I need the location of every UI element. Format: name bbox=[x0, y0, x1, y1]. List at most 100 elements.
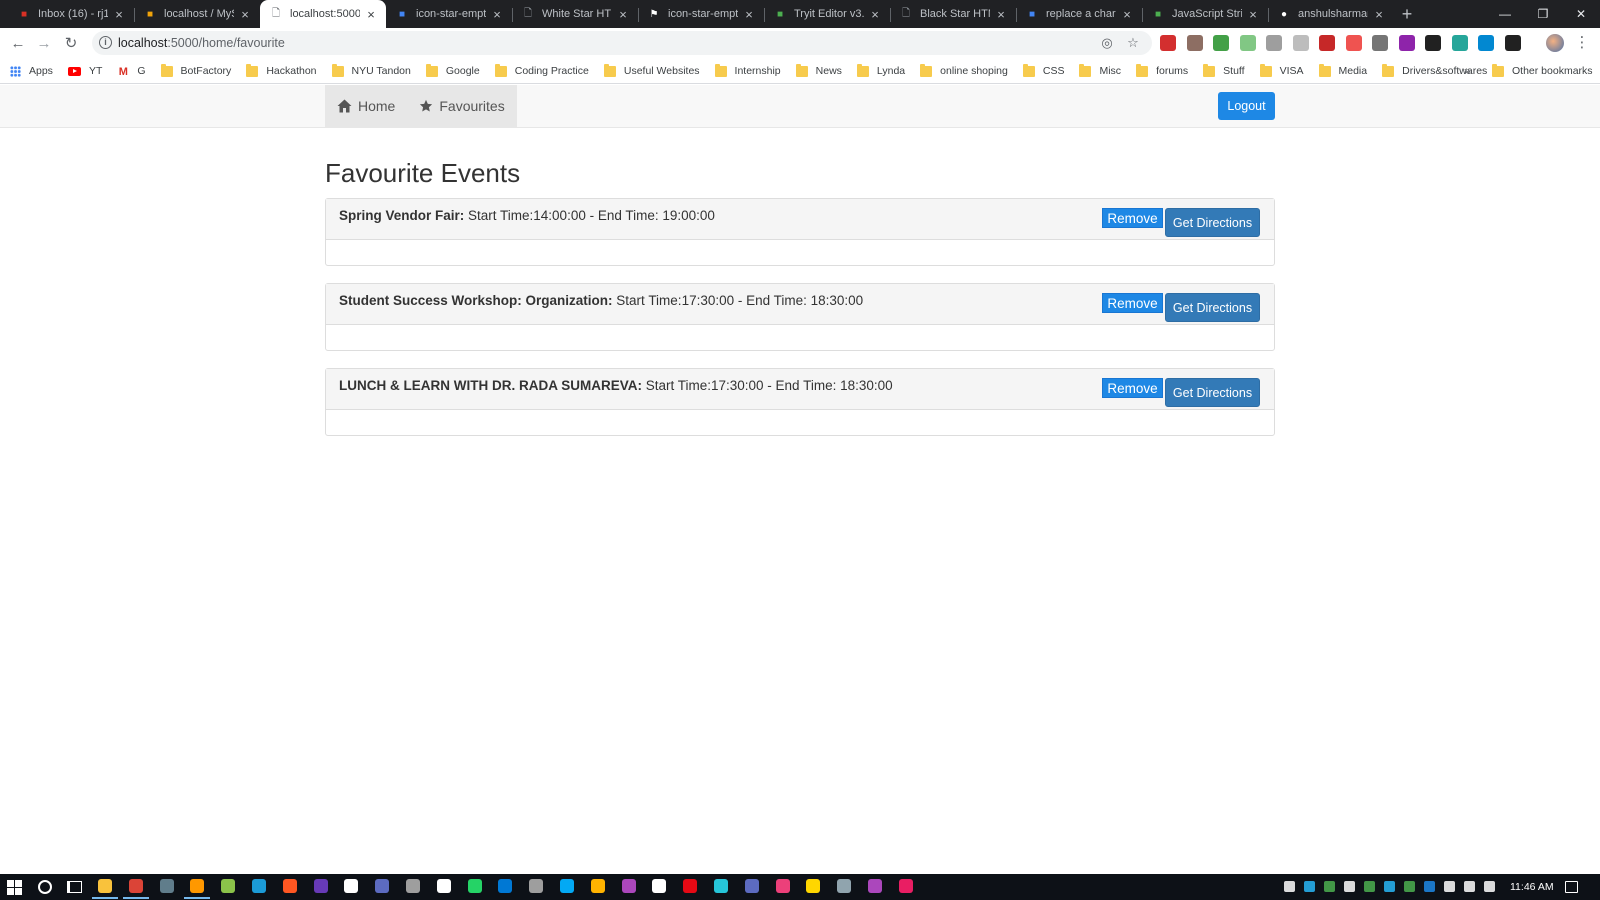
taskbar-app-icon[interactable] bbox=[92, 879, 118, 899]
extension-icon[interactable] bbox=[1504, 35, 1521, 51]
extension-icon[interactable] bbox=[1186, 35, 1203, 51]
bookmark-item[interactable]: YT bbox=[67, 65, 102, 77]
tray-icon[interactable] bbox=[1464, 881, 1475, 892]
get-directions-button[interactable]: Get Directions bbox=[1165, 378, 1260, 407]
tab-close-icon[interactable]: × bbox=[616, 7, 630, 22]
taskbar-app-icon[interactable] bbox=[867, 879, 882, 893]
tab-close-icon[interactable]: × bbox=[364, 7, 378, 22]
browser-tab[interactable]: ■ icon-star-empty … × bbox=[386, 0, 512, 28]
tab-close-icon[interactable]: × bbox=[112, 7, 126, 22]
browser-tab[interactable]: 🗋 localhost:5000/h… × bbox=[260, 0, 386, 28]
tab-close-icon[interactable]: × bbox=[1120, 7, 1134, 22]
reload-icon[interactable]: ↻ bbox=[60, 32, 82, 54]
action-center-icon[interactable] bbox=[1565, 881, 1578, 893]
taskbar-app-icon[interactable] bbox=[621, 879, 636, 893]
extension-icon[interactable] bbox=[1266, 35, 1282, 51]
tab-close-icon[interactable]: × bbox=[1246, 7, 1260, 22]
extension-icon[interactable] bbox=[1213, 35, 1229, 51]
bookmark-item[interactable]: CSS bbox=[1022, 63, 1064, 77]
minimize-icon[interactable]: — bbox=[1486, 0, 1524, 28]
windows-start-icon[interactable] bbox=[7, 880, 22, 895]
browser-tab[interactable]: 🗋 Black Star HTML… × bbox=[890, 0, 1016, 28]
bookmark-item[interactable]: Google bbox=[425, 63, 480, 77]
tab-close-icon[interactable]: × bbox=[490, 7, 504, 22]
tray-icon[interactable] bbox=[1304, 881, 1315, 892]
forward-arrow-icon[interactable]: → bbox=[33, 32, 55, 54]
browser-tab[interactable]: ■ JavaScript String… × bbox=[1142, 0, 1268, 28]
nav-home-link[interactable]: Home bbox=[325, 85, 407, 127]
remove-button[interactable]: Remove bbox=[1102, 293, 1163, 313]
taskbar-app-icon[interactable] bbox=[744, 879, 759, 893]
bookmark-item[interactable]: Hackathon bbox=[246, 63, 317, 77]
tab-close-icon[interactable]: × bbox=[1372, 7, 1386, 22]
profile-avatar[interactable] bbox=[1546, 34, 1564, 52]
extension-icon[interactable] bbox=[1239, 35, 1256, 51]
taskbar-app-icon[interactable] bbox=[806, 879, 821, 893]
bookmark-item[interactable]: Internship bbox=[714, 63, 781, 77]
tray-icon[interactable] bbox=[1404, 881, 1415, 892]
taskbar-app-icon[interactable] bbox=[590, 879, 605, 893]
extension-icon[interactable] bbox=[1319, 35, 1335, 51]
browser-menu-icon[interactable]: ⋮ bbox=[1574, 33, 1590, 53]
taskbar-app-icon[interactable] bbox=[184, 879, 211, 899]
extension-icon[interactable] bbox=[1398, 35, 1415, 51]
logout-button[interactable]: Logout bbox=[1218, 92, 1275, 120]
get-directions-button[interactable]: Get Directions bbox=[1165, 208, 1260, 237]
back-arrow-icon[interactable]: ← bbox=[7, 32, 29, 54]
taskbar-app-icon[interactable] bbox=[559, 879, 574, 893]
nav-favourites-link[interactable]: Favourites bbox=[407, 85, 516, 127]
location-target-icon[interactable]: ◎ bbox=[1098, 34, 1116, 52]
bookmark-item[interactable]: NYU Tandon bbox=[331, 63, 411, 77]
new-tab-button[interactable]: + bbox=[1394, 0, 1420, 28]
extension-icon[interactable] bbox=[1292, 35, 1309, 51]
tray-icon[interactable] bbox=[1444, 881, 1455, 892]
close-window-icon[interactable]: ✕ bbox=[1562, 0, 1600, 28]
address-url[interactable]: localhost:5000/home/favourite bbox=[118, 36, 285, 50]
bookmark-item[interactable]: Coding Practice bbox=[494, 63, 589, 77]
bookmark-item[interactable]: online shoping bbox=[920, 63, 1008, 77]
taskbar-app-icon[interactable] bbox=[436, 879, 451, 893]
taskbar-app-icon[interactable] bbox=[159, 879, 174, 893]
remove-button[interactable]: Remove bbox=[1102, 208, 1163, 228]
extension-icon[interactable] bbox=[1451, 35, 1468, 51]
task-view-icon[interactable] bbox=[67, 881, 82, 893]
taskbar-app-icon[interactable] bbox=[713, 879, 728, 893]
get-directions-button[interactable]: Get Directions bbox=[1165, 293, 1260, 322]
restore-icon[interactable]: ❐ bbox=[1524, 0, 1562, 28]
taskbar-app-icon[interactable] bbox=[775, 879, 790, 893]
taskbar-app-icon[interactable] bbox=[122, 879, 149, 899]
bookmark-item[interactable]: Apps bbox=[10, 65, 53, 77]
bookmark-item[interactable]: Useful Websites bbox=[603, 63, 700, 77]
browser-tab[interactable]: ■ localhost / MySQ… × bbox=[134, 0, 260, 28]
browser-tab[interactable]: ⚑ icon-star-empty … × bbox=[638, 0, 764, 28]
taskbar-app-icon[interactable] bbox=[405, 879, 420, 893]
tray-icon[interactable] bbox=[1484, 881, 1495, 892]
bookmark-item[interactable]: News bbox=[795, 63, 842, 77]
bookmark-item[interactable]: VISA bbox=[1259, 63, 1304, 77]
taskbar-app-icon[interactable] bbox=[251, 879, 266, 893]
extension-icon[interactable] bbox=[1345, 35, 1362, 51]
taskbar-app-icon[interactable] bbox=[313, 879, 328, 893]
browser-tab[interactable]: ■ Inbox (16) - rj12… × bbox=[8, 0, 134, 28]
extension-icon[interactable] bbox=[1372, 35, 1388, 51]
taskbar-app-icon[interactable] bbox=[221, 879, 236, 893]
browser-tab[interactable]: ■ Tryit Editor v3.6 × bbox=[764, 0, 890, 28]
bookmark-item[interactable]: Lynda bbox=[856, 63, 905, 77]
bookmark-item[interactable]: Stuff bbox=[1203, 63, 1245, 77]
cortana-search-icon[interactable] bbox=[38, 880, 52, 894]
taskbar-app-icon[interactable] bbox=[837, 879, 852, 893]
browser-tab[interactable]: 🗋 White Star HTML… × bbox=[512, 0, 638, 28]
taskbar-app-icon[interactable] bbox=[498, 879, 513, 893]
site-info-icon[interactable]: i bbox=[99, 36, 112, 49]
bookmarks-overflow-icon[interactable]: » bbox=[1464, 64, 1471, 78]
bookmark-item[interactable]: MG bbox=[117, 65, 146, 78]
tray-icon[interactable] bbox=[1364, 881, 1375, 892]
taskbar-app-icon[interactable] bbox=[467, 879, 482, 893]
bookmark-item[interactable]: BotFactory bbox=[160, 63, 231, 77]
tray-icon[interactable] bbox=[1344, 881, 1355, 892]
taskbar-app-icon[interactable] bbox=[652, 879, 667, 893]
taskbar-app-icon[interactable] bbox=[375, 879, 390, 893]
bookmark-star-icon[interactable]: ☆ bbox=[1124, 34, 1142, 52]
tab-close-icon[interactable]: × bbox=[742, 7, 756, 22]
tray-icon[interactable] bbox=[1384, 881, 1395, 892]
